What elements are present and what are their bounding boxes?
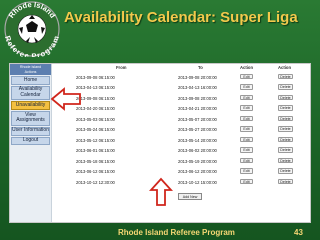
to-datetime: 2013-09-08 20:00:00 (178, 74, 217, 80)
from-datetime: 2013-05-03 06:15:00 (76, 116, 115, 122)
from-datetime: 2013-05-12 06:15:00 (76, 137, 115, 143)
edit-button[interactable]: Edit (240, 147, 253, 153)
col-action-2: Action (278, 65, 292, 70)
main-panel: From To Action Action 2013-09-08 06:15:0… (56, 64, 310, 222)
to-datetime: 2013-10-12 15:00:00 (178, 179, 217, 185)
delete-button[interactable]: Delete (278, 84, 293, 90)
add-new-button[interactable]: Add New (178, 193, 202, 200)
table-row: 2013-04-13 06:15:00 2013-04-13 16:00:00 Ed… (56, 84, 310, 92)
delete-button[interactable]: Delete (278, 147, 293, 153)
delete-button[interactable]: Delete (278, 157, 293, 163)
to-datetime: 2013-09-08 20:00:00 (178, 95, 217, 101)
edit-button[interactable]: Edit (240, 115, 253, 121)
delete-button[interactable]: Delete (278, 136, 293, 142)
slide: Rhode Island Referee Program Availabilit… (0, 0, 320, 240)
delete-button[interactable]: Delete (278, 115, 293, 121)
from-datetime: 2013-10-12 12:30:00 (76, 179, 115, 185)
edit-button[interactable]: Edit (240, 105, 253, 111)
delete-button[interactable]: Delete (278, 126, 293, 132)
edit-button[interactable]: Edit (240, 136, 253, 142)
table-row: 2013-06-12 06:15:00 2013-06-12 20:00:00 Ed… (56, 168, 310, 176)
sidebar-item-home[interactable]: Home (11, 76, 50, 85)
to-datetime: 2013-04-13 16:00:00 (178, 85, 217, 90)
sidebar-item-availability-calendar[interactable]: Availability Calendar (11, 85, 50, 101)
edit-button[interactable]: Edit (240, 178, 253, 184)
app-window: Rhode Island Actions Home Availability Ca… (9, 63, 311, 223)
edit-button[interactable]: Edit (240, 84, 253, 90)
from-datetime: 2013-05-24 06:15:00 (76, 127, 115, 132)
edit-button[interactable]: Edit (240, 94, 253, 100)
col-from: From (116, 65, 127, 70)
edit-button[interactable]: Edit (240, 168, 253, 174)
sidebar-header: Rhode Island Actions (10, 64, 51, 75)
page-number: 43 (294, 228, 303, 237)
from-datetime: 2013-09-08 06:15:00 (76, 95, 115, 101)
edit-button[interactable]: Edit (240, 157, 253, 163)
table-row: 2013-05-24 06:15:00 2013-05-27 20:00:00 Ed… (56, 126, 310, 134)
from-datetime: 2013-04-20 06:15:00 (76, 106, 115, 111)
delete-button[interactable]: Delete (278, 178, 293, 184)
to-datetime: 2013-04-21 20:00:00 (178, 106, 217, 111)
footer-text: Rhode Island Referee Program (118, 228, 235, 237)
delete-button[interactable]: Delete (278, 168, 293, 174)
to-datetime: 2013-05-14 20:00:00 (178, 137, 217, 143)
table-row: 2013-05-12 06:15:00 2013-05-14 20:00:00 Ed… (56, 136, 310, 144)
col-to: To (198, 65, 203, 70)
to-datetime: 2013-05-19 20:00:00 (178, 158, 217, 164)
slide-title: Availability Calendar: Super Liga (64, 9, 298, 26)
edit-button[interactable]: Edit (240, 126, 253, 132)
to-datetime: 2013-06-12 20:00:00 (178, 169, 217, 174)
edit-button[interactable]: Edit (240, 73, 253, 79)
rhode-island-referee-program-logo: Rhode Island Referee Program (3, 1, 61, 57)
delete-button[interactable]: Delete (278, 94, 293, 100)
to-datetime: 2013-06-02 20:00:00 (178, 148, 217, 153)
delete-button[interactable]: Delete (278, 105, 293, 111)
from-datetime: 2013-04-13 06:15:00 (76, 85, 115, 90)
sidebar-header-section: Actions (24, 69, 37, 74)
table-row: 2013-05-03 06:15:00 2013-05-07 20:00:00 Ed… (56, 115, 310, 123)
table-row: 2013-04-20 06:15:00 2013-04-21 20:00:00 Ed… (56, 105, 310, 113)
from-datetime: 2013-06-01 06:15:00 (76, 148, 115, 153)
sidebar-item-logout[interactable]: Logout (11, 136, 50, 146)
table-row: 2013-10-12 12:30:00 2013-10-12 15:00:00 Ed… (56, 178, 310, 186)
sidebar-item-view-assignments[interactable]: View Assignments (11, 111, 50, 126)
from-datetime: 2013-09-08 06:15:00 (76, 74, 115, 80)
table-row: 2013-09-08 06:15:00 2013-09-08 20:00:00 Ed… (56, 94, 310, 102)
to-datetime: 2013-05-27 20:00:00 (178, 127, 217, 132)
from-datetime: 2013-05-18 06:15:00 (76, 158, 115, 164)
table-row: 2013-09-08 06:15:00 2013-09-08 20:00:00 Ed… (56, 73, 310, 81)
table-row: 2013-06-01 06:15:00 2013-06-02 20:00:00 Ed… (56, 147, 310, 155)
to-datetime: 2013-05-07 20:00:00 (178, 116, 217, 122)
col-action-1: Action (240, 65, 254, 70)
table-row: 2013-05-18 06:15:00 2013-05-19 20:00:00 Ed… (56, 157, 310, 165)
sidebar-item-unavailability[interactable]: Unavailability (11, 101, 50, 111)
delete-button[interactable]: Delete (278, 73, 293, 79)
table-header: From To Action Action (56, 65, 310, 71)
from-datetime: 2013-06-12 06:15:00 (76, 169, 115, 174)
sidebar: Rhode Island Actions Home Availability Ca… (10, 64, 52, 222)
sidebar-item-user-information[interactable]: User Information (11, 126, 50, 136)
